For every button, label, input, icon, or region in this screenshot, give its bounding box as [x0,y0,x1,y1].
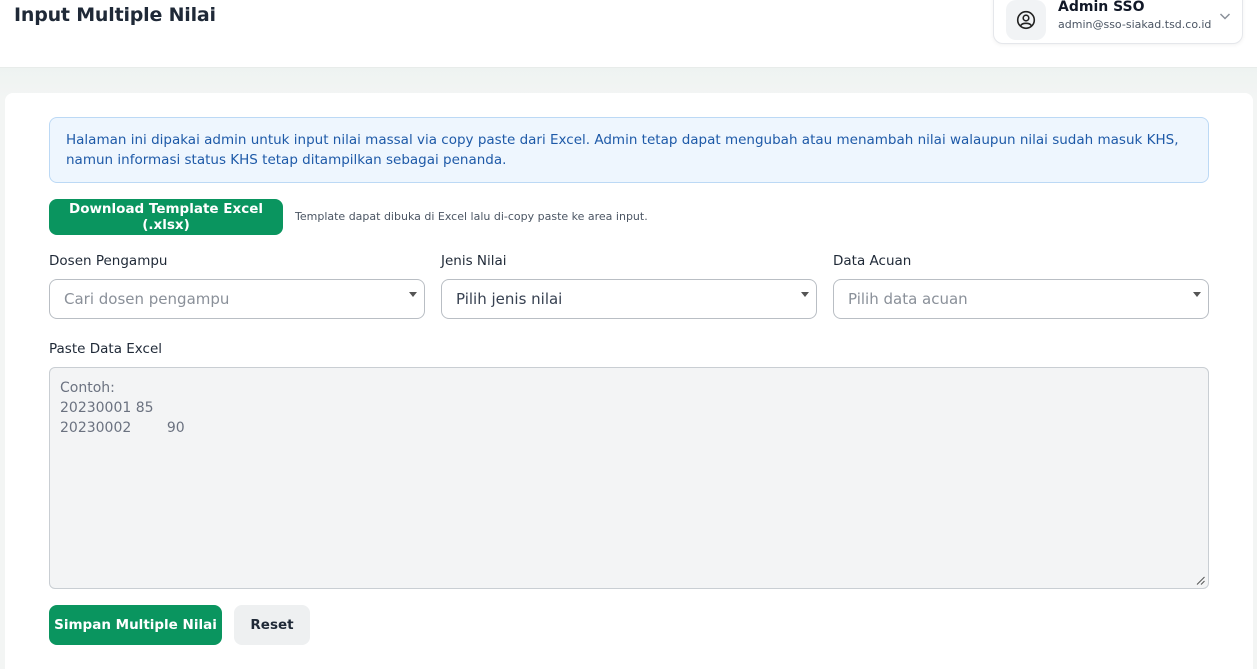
page-title: Input Multiple Nilai [14,4,216,26]
form-card: Halaman ini dipakai admin untuk input ni… [5,93,1253,669]
caret-down-icon [1193,292,1201,297]
acuan-label: Data Acuan [833,253,912,269]
resize-handle-icon[interactable] [1196,576,1205,585]
top-bar: Input Multiple Nilai Admin SSO admin@sso… [0,0,1257,68]
info-alert: Halaman ini dipakai admin untuk input ni… [49,117,1209,183]
jenis-label: Jenis Nilai [441,253,507,269]
chevron-down-icon[interactable] [1218,9,1232,23]
dosen-select[interactable]: Cari dosen pengampu [49,279,425,319]
download-template-button[interactable]: Download Template Excel (.xlsx) [49,199,283,235]
user-name: Admin SSO [1058,0,1145,15]
caret-down-icon [409,292,417,297]
acuan-placeholder: Pilih data acuan [848,290,968,308]
user-email: admin@sso-siakad.tsd.co.id [1058,18,1212,31]
save-button[interactable]: Simpan Multiple Nilai [49,605,222,645]
download-hint: Template dapat dibuka di Excel lalu di-c… [295,210,648,223]
jenis-value: Pilih jenis nilai [456,290,563,308]
caret-down-icon [801,292,809,297]
paste-label: Paste Data Excel [49,341,163,357]
dosen-placeholder: Cari dosen pengampu [64,290,230,308]
acuan-select[interactable]: Pilih data acuan [833,279,1209,319]
paste-textarea[interactable]: Contoh: 20230001 85 20230002 90 [49,367,1209,589]
avatar [1006,0,1046,40]
dosen-label: Dosen Pengampu [49,253,168,269]
user-circle-icon [1016,10,1036,30]
paste-placeholder: Contoh: 20230001 85 20230002 90 [60,380,185,436]
user-menu[interactable]: Admin SSO admin@sso-siakad.tsd.co.id [993,0,1243,44]
jenis-select[interactable]: Pilih jenis nilai [441,279,817,319]
reset-button[interactable]: Reset [234,605,310,645]
